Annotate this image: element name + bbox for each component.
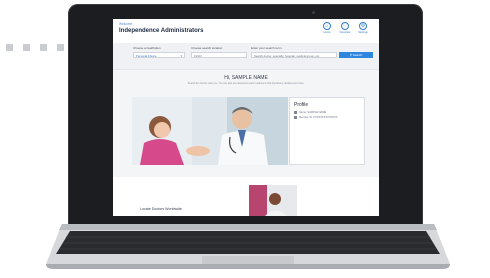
- user-icon: [294, 111, 297, 114]
- location-field[interactable]: 19103: [191, 52, 247, 58]
- profile-member-id: Member ID: XXXXXXXXXXXXXX: [299, 116, 338, 119]
- laptop-screen: Welcome Independence Administrators ⌂ Ho…: [113, 19, 379, 216]
- term-label: Enter your search term: [251, 46, 282, 50]
- dot: [57, 44, 64, 51]
- home-label: Home: [323, 31, 331, 34]
- search-input[interactable]: Search doctor, specialty, hospital, medi…: [251, 52, 337, 58]
- id-card-icon: [294, 116, 297, 119]
- search-button[interactable]: ⚲ Search: [339, 52, 373, 58]
- brand-title[interactable]: Independence Administrators: [119, 28, 203, 34]
- favorites-label: Favorites: [339, 31, 351, 34]
- webcam: [312, 11, 315, 14]
- profile-name: Name: SAMPLE NAME: [299, 111, 327, 114]
- profile-card: Profile Name: SAMPLE NAME Member ID: XXX…: [289, 97, 365, 165]
- search-button-label: Search: [352, 53, 363, 57]
- laptop-base: [44, 224, 452, 270]
- search-bar: Choose a healthplan Personal Choice ▾ Ch…: [113, 43, 379, 70]
- dot: [6, 44, 13, 51]
- site-header: Welcome Independence Administrators ⌂ Ho…: [113, 19, 379, 44]
- locate-photo: [249, 185, 297, 216]
- profile-title: Profile: [294, 102, 309, 108]
- favorites-icon: ♡: [341, 22, 349, 30]
- location-value: 19103: [194, 54, 202, 58]
- settings-icon: ⚙: [359, 22, 367, 30]
- chevron-down-icon: ▾: [180, 54, 182, 58]
- favorites-button[interactable]: ♡ Favorites: [337, 22, 353, 34]
- plan-select[interactable]: Personal Choice ▾: [133, 52, 185, 58]
- settings-button[interactable]: ⚙ Settings: [355, 22, 371, 34]
- welcome-text: Welcome: [119, 22, 133, 26]
- doctor-patient-photo: [132, 97, 288, 165]
- dot: [23, 44, 30, 51]
- settings-label: Settings: [358, 31, 368, 34]
- decorative-dots: [6, 44, 76, 54]
- search-placeholder: Search doctor, specialty, hospital, medi…: [254, 54, 320, 58]
- search-icon: ⚲: [349, 53, 352, 57]
- intro-text: Search for doctors near you. You can als…: [187, 82, 305, 85]
- home-icon: ⌂: [323, 22, 331, 30]
- profile-name-row: Name: SAMPLE NAME: [294, 111, 326, 114]
- locate-heading: Locate Doctors Worldwide: [140, 207, 182, 211]
- location-label: Choose search location: [191, 46, 223, 50]
- dot: [40, 44, 47, 51]
- plan-value: Personal Choice: [136, 54, 157, 58]
- plan-label: Choose a healthplan: [133, 46, 161, 50]
- profile-member-row: Member ID: XXXXXXXXXXXXXX: [294, 116, 338, 119]
- greeting-heading: Hi, SAMPLE NAME: [224, 75, 268, 81]
- home-button[interactable]: ⌂ Home: [319, 22, 335, 34]
